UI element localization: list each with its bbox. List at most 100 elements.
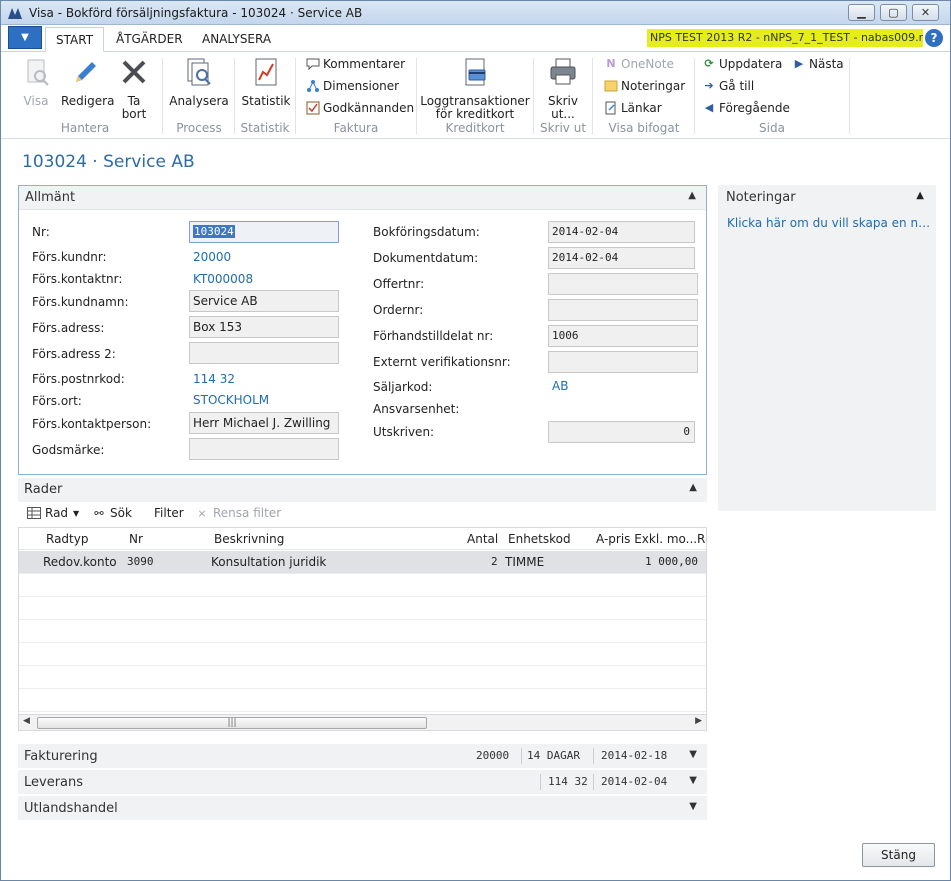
close-icon: ✕ <box>920 6 931 19</box>
approvals-icon <box>306 101 320 115</box>
table-row[interactable]: Redov.konto 3090 Konsultation juridik 2 … <box>19 551 706 574</box>
field-dokumentdatum[interactable]: 2014-02-04 <box>548 247 695 269</box>
onenote-button[interactable]: N OneNote <box>604 55 673 73</box>
logg-label-1: Loggtransaktioner <box>420 94 530 108</box>
fasttab-allmant-title: Allmänt <box>25 190 76 205</box>
field-fors-kundnamn[interactable]: Service AB <box>189 290 339 312</box>
field-label-forhandstilldelat-nr: Förhandstilldelat nr: <box>373 329 494 343</box>
ga-till-button[interactable]: ➔ Gå till <box>702 77 754 95</box>
field-forhandstilldelat-nr[interactable]: 1006 <box>548 325 698 347</box>
tab-analysera[interactable]: ANALYSERA <box>192 27 281 52</box>
help-button[interactable]: ? <box>925 29 943 47</box>
field-label-godsmarke: Godsmärke: <box>32 443 105 457</box>
ribbon-group-statistik: Statistik Statistik <box>236 52 294 138</box>
field-utskriven[interactable]: 0 <box>548 421 695 443</box>
close-window-button[interactable]: ✕ <box>912 4 939 21</box>
col-apris[interactable]: A-pris Exkl. mo... <box>596 532 697 546</box>
field-godsmarke[interactable] <box>189 438 339 460</box>
fasttab-fakturering[interactable]: Fakturering 20000 14 DAGAR 2014-02-18 ▼ <box>18 744 707 768</box>
filter-button[interactable]: Filter <box>154 506 184 520</box>
table-row-empty[interactable] <box>19 620 706 643</box>
fasttab-leverans[interactable]: Leverans 114 32 2014-02-04 ▼ <box>18 770 707 794</box>
noteringar-button[interactable]: Noteringar <box>604 77 685 95</box>
field-fors-kontaktnr-link[interactable]: KT000008 <box>193 272 253 286</box>
field-fors-kundnr-link[interactable]: 20000 <box>193 250 231 264</box>
application-menu-button[interactable]: ▼ <box>8 26 42 49</box>
col-enhetskod[interactable]: Enhetskod <box>508 532 571 546</box>
col-nr[interactable]: Nr <box>129 532 143 546</box>
redigera-button[interactable]: Redigera <box>61 56 114 108</box>
col-ra[interactable]: Ra <box>697 532 706 546</box>
foregaende-button[interactable]: ◀ Föregående <box>702 99 790 117</box>
rensa-filter-button[interactable]: ⨯ Rensa filter <box>194 506 281 520</box>
field-nr[interactable]: 103024 <box>189 221 339 243</box>
statistik-button[interactable]: Statistik <box>240 56 292 108</box>
fasttab-rader: Rader ▲ Rad ▼ ⚯ Sök Filter ⨯ Rensa filte… <box>18 478 707 734</box>
ta-bort-label-2: bort <box>121 107 147 121</box>
window-title: Visa - Bokförd försäljningsfaktura - 103… <box>29 6 363 20</box>
field-fors-ort-link[interactable]: STOCKHOLM <box>193 393 269 407</box>
horizontal-scrollbar[interactable]: ◀ ||| ▶ <box>18 714 707 731</box>
field-bokforingsdatum[interactable]: 2014-02-04 <box>548 221 695 243</box>
create-note-link[interactable]: Klicka här om du vill skapa en ny an... <box>727 216 932 230</box>
collapse-caret-icon[interactable]: ▲ <box>916 190 924 201</box>
maximize-button[interactable]: ▢ <box>880 4 907 21</box>
field-fors-postnrkod-link[interactable]: 114 32 <box>193 372 235 386</box>
field-offertnr[interactable] <box>548 273 698 295</box>
uppdatera-button[interactable]: ⟳ Uppdatera <box>702 55 782 73</box>
analysera-button[interactable]: Analysera <box>169 56 229 108</box>
visa-button[interactable]: Visa <box>17 56 55 108</box>
goto-arrow-icon: ➔ <box>704 79 714 92</box>
scrollbar-thumb[interactable]: ||| <box>37 717 427 729</box>
dropdown-arrow-icon: ▼ <box>21 32 29 43</box>
scroll-right-icon[interactable]: ▶ <box>695 716 702 726</box>
kommentarer-button[interactable]: Kommentarer <box>306 55 405 73</box>
table-row-empty[interactable] <box>19 597 706 620</box>
factbox-noteringar-title: Noteringar <box>726 190 796 205</box>
field-fors-adress-2[interactable] <box>189 342 339 364</box>
field-fors-kontaktperson[interactable]: Herr Michael J. Zwilling <box>189 412 339 434</box>
credit-card-log-icon <box>465 58 486 86</box>
dimensioner-label: Dimensioner <box>323 79 400 93</box>
field-externt-verifikationsnr[interactable] <box>548 351 698 373</box>
table-row-empty[interactable] <box>19 666 706 689</box>
skriv-ut-button[interactable]: Skriv ut... <box>541 56 585 121</box>
fasttab-rader-header[interactable]: Rader ▲ <box>18 478 707 502</box>
cell-antal: 2 <box>491 555 498 568</box>
dimensioner-button[interactable]: Dimensioner <box>306 77 399 95</box>
fasttab-utlandshandel[interactable]: Utlandshandel ▼ <box>18 796 707 820</box>
table-row-empty[interactable] <box>19 689 706 712</box>
lankar-button[interactable]: Länkar <box>604 99 662 117</box>
ribbon-separator <box>533 58 534 134</box>
tab-start[interactable]: START <box>45 27 105 52</box>
summary-separator <box>521 748 522 764</box>
ta-bort-label-1: Ta <box>127 94 141 108</box>
nasta-button[interactable]: ▶ Nästa <box>792 55 844 73</box>
rad-menu-button[interactable]: Rad ▼ <box>26 506 79 520</box>
sok-button[interactable]: ⚯ Sök <box>91 506 132 520</box>
field-ordernr[interactable] <box>548 299 698 321</box>
statistics-chart-icon <box>255 58 277 86</box>
loggtransaktioner-button[interactable]: Loggtransaktioner för kreditkort <box>420 56 530 121</box>
field-nr-value: 103024 <box>193 225 235 238</box>
minimize-button[interactable]: ▁ <box>848 4 875 21</box>
field-fors-adress[interactable]: Box 153 <box>189 316 339 338</box>
scroll-left-icon[interactable]: ◀ <box>23 716 30 726</box>
group-label-sida: Sida <box>759 121 785 135</box>
godkannanden-label: Godkännanden <box>323 101 415 115</box>
col-antal[interactable]: Antal <box>467 532 498 546</box>
fasttab-leverans-title: Leverans <box>24 775 84 790</box>
field-label-fors-postnrkod: Förs.postnrkod: <box>32 372 125 386</box>
godkannanden-button[interactable]: Godkännanden <box>306 99 414 117</box>
col-radtyp[interactable]: Radtyp <box>46 532 88 546</box>
stang-button[interactable]: Stäng <box>862 843 935 867</box>
tab-atgarder[interactable]: ÅTGÄRDER <box>106 27 193 52</box>
table-row-empty[interactable] <box>19 643 706 666</box>
expand-caret-icon: ▼ <box>689 775 697 786</box>
col-beskrivning[interactable]: Beskrivning <box>214 532 284 546</box>
fasttab-fakturering-title: Fakturering <box>24 749 98 764</box>
ta-bort-button[interactable]: Ta bort <box>115 56 153 121</box>
fasttab-allmant-header[interactable]: Allmänt ▲ <box>19 186 706 210</box>
table-row-empty[interactable] <box>19 574 706 597</box>
field-saljarkod-link[interactable]: AB <box>552 379 568 393</box>
